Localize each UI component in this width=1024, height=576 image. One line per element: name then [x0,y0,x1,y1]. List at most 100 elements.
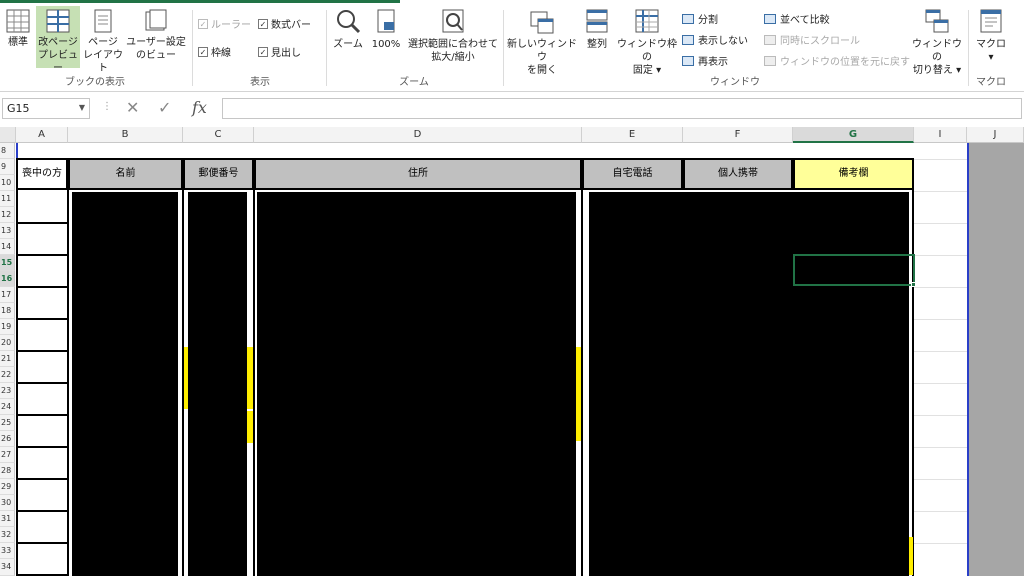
row-header[interactable]: 34 [0,559,15,576]
switch-windows-icon [925,9,949,33]
row-header[interactable]: 30 [0,495,15,511]
select-all-corner[interactable] [0,127,16,143]
page-layout-button[interactable]: ページ レイアウト [82,8,124,74]
header-cell-home-phone[interactable]: 自宅電話 [582,158,683,190]
column-header-a[interactable]: A [16,127,68,143]
column-header-g[interactable]: G [793,127,914,143]
row-header[interactable]: 9 [0,159,15,175]
row-header[interactable]: 18 [0,303,15,319]
zoom-100-button[interactable]: 100% [368,8,404,68]
ruler-checkbox[interactable]: ✓ ルーラー [198,16,251,31]
new-window-button[interactable]: 新しいウィンドウ を開く [506,8,578,76]
macros-button[interactable]: マクロ ▾ [972,8,1010,68]
hide-window-button[interactable]: 表示しない [682,32,748,47]
separator [326,10,327,86]
zoom-100-label: 100% [371,39,401,50]
row-header[interactable]: 13 [0,223,15,239]
view-side-by-side-label: 並べて比較 [780,15,830,26]
header-cell-postal-code[interactable]: 郵便番号 [183,158,254,190]
highlight-strip [247,347,253,409]
gridline [914,543,967,544]
sync-scroll-label: 同時にスクロール [780,36,860,47]
dropdown-arrow-icon: ▾ [656,65,662,76]
header-cell-address[interactable]: 住所 [254,158,582,190]
row-header[interactable]: 24 [0,399,15,415]
split-button[interactable]: 分割 [682,11,718,26]
formula-bar-checkbox[interactable]: ✓ 数式バー [258,16,311,31]
header-cell-mourning[interactable]: 喪中の方 [16,158,68,190]
gridlines-checkbox[interactable]: ✓ 枠線 [198,44,231,59]
synchronous-scrolling-button[interactable]: 同時にスクロール [764,32,860,47]
insert-function-button[interactable]: fx [192,98,207,117]
freeze-panes-button[interactable]: ウィンドウ枠の 固定 ▾ [616,8,678,76]
table-border [16,350,68,352]
magnifier-icon [337,10,361,34]
row-header[interactable]: 19 [0,319,15,335]
row-header[interactable]: 28 [0,463,15,479]
row-header[interactable]: 17 [0,287,15,303]
row-header[interactable]: 23 [0,383,15,399]
hide-window-label: 表示しない [698,36,748,47]
table-border [912,190,914,576]
window-group-label: ウィンドウ [710,77,760,88]
view-side-by-side-button[interactable]: 並べて比較 [764,11,830,26]
header-cell-mobile[interactable]: 個人携帯 [683,158,793,190]
row-header[interactable]: 11 [0,191,15,207]
new-window-label-2: を開く [527,65,557,76]
worksheet-grid[interactable]: A B C D E F G I J 8 9 10 11 12 13 14 15 … [0,127,1024,576]
row-header[interactable]: 22 [0,367,15,383]
macros-group-label: マクロ [976,77,1006,88]
arrange-all-button[interactable]: 整列 [580,8,614,68]
row-header[interactable]: 27 [0,447,15,463]
row-header[interactable]: 32 [0,527,15,543]
page-break-preview-button[interactable]: 改ページ プレビュー [36,6,80,74]
name-box[interactable]: G15 ▼ [2,98,90,119]
row-header[interactable]: 16 [0,271,15,287]
column-header-f[interactable]: F [683,127,793,143]
column-header-j[interactable]: J [967,127,1024,143]
reset-position-label: ウィンドウの位置を元に戻す [780,57,910,68]
headings-checkbox[interactable]: ✓ 見出し [258,44,301,59]
normal-view-button[interactable]: 標準 [2,8,34,68]
header-cell-notes[interactable]: 備考欄 [793,158,914,190]
gridlines-label: 枠線 [211,48,231,59]
reset-window-position-button[interactable]: ウィンドウの位置を元に戻す [764,53,910,68]
header-cell-name[interactable]: 名前 [68,158,183,190]
zoom-to-selection-button[interactable]: 選択範囲に合わせて 拡大/縮小 [406,8,500,68]
row-header[interactable]: 14 [0,239,15,255]
table-border [16,446,68,448]
reset-position-icon [764,55,776,66]
cancel-icon[interactable]: ✕ [126,98,139,117]
column-header-c[interactable]: C [183,127,254,143]
row-header[interactable]: 25 [0,415,15,431]
row-header[interactable]: 20 [0,335,15,351]
table-border [16,318,68,320]
row-header[interactable]: 12 [0,207,15,223]
column-header-b[interactable]: B [68,127,183,143]
chevron-down-icon[interactable]: ▼ [79,103,85,112]
row-header[interactable]: 10 [0,175,15,191]
unhide-window-button[interactable]: 再表示 [682,53,728,68]
row-header[interactable]: 31 [0,511,15,527]
row-header[interactable]: 26 [0,431,15,447]
custom-views-icon [145,9,167,31]
selected-cell-g15[interactable] [793,254,915,286]
row-header[interactable]: 29 [0,479,15,495]
zoom-selection-label-2: 拡大/縮小 [431,52,475,63]
zoom-button[interactable]: ズーム [330,8,366,68]
row-header[interactable]: 15 [0,255,15,271]
formula-bar: G15 ▼ ⋮ ✕ ✓ fx [0,95,1024,123]
row-header[interactable]: 33 [0,543,15,559]
column-header-e[interactable]: E [582,127,683,143]
fill-handle[interactable] [911,282,916,287]
custom-views-button[interactable]: ユーザー設定 のビュー [126,8,186,68]
dropdown-arrow-icon: ▾ [956,65,962,76]
normal-view-icon [6,9,30,33]
column-header-d[interactable]: D [254,127,582,143]
formula-input[interactable] [222,98,1022,119]
row-header[interactable]: 8 [0,143,15,159]
row-header[interactable]: 21 [0,351,15,367]
column-header-i[interactable]: I [914,127,967,143]
enter-icon[interactable]: ✓ [158,98,171,117]
switch-windows-button[interactable]: ウィンドウの 切り替え ▾ [910,8,964,76]
